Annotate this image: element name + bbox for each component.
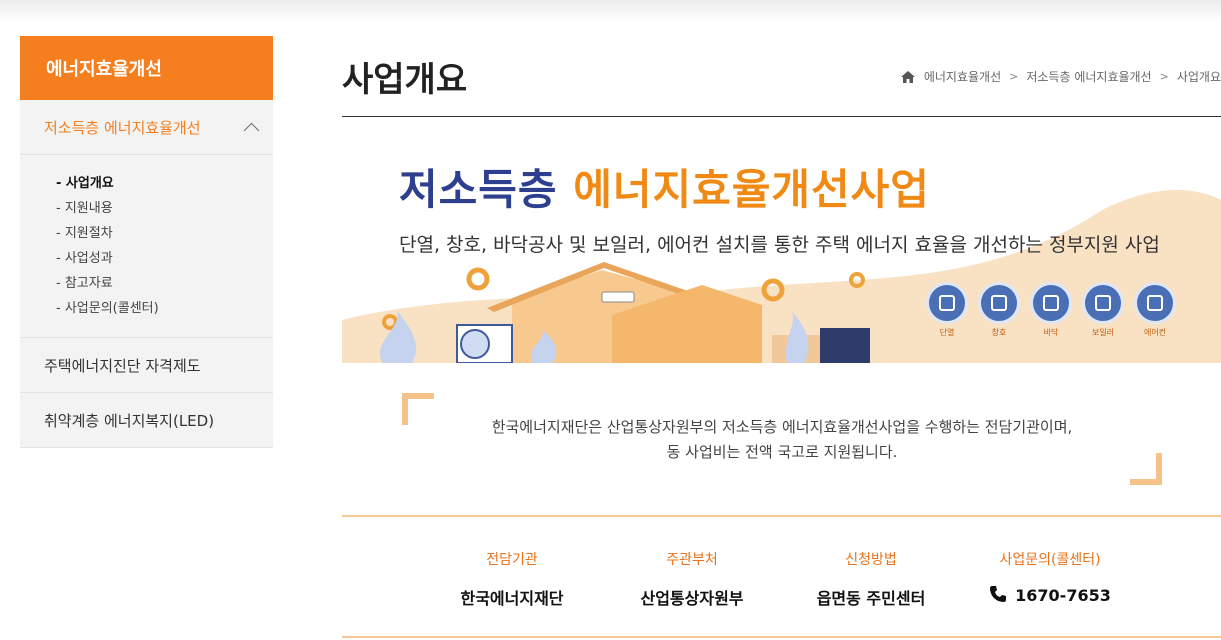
sidebar: 에너지효율개선 저소득층 에너지효율개선 - 사업개요 - 지원내용 - 지원절… [20,36,273,448]
intro-quote: 한국에너지재단은 산업통상자원부의 저소득층 에너지효율개선사업을 수행하는 전… [402,393,1162,485]
banner-title: 저소득층 에너지효율개선사업 [399,156,930,217]
breadcrumb-item[interactable]: 에너지효율개선 [924,68,1001,85]
icon-label: 단열 [939,328,955,337]
breadcrumb-separator-icon: > [1159,70,1169,83]
home-icon[interactable] [900,70,916,84]
quote-close-icon [1130,453,1162,485]
sidebar-item-low-income[interactable]: 저소득층 에너지효율개선 [20,100,273,155]
sidebar-heading: 에너지효율개선 [20,36,273,100]
sidebar-sublist: - 사업개요 - 지원내용 - 지원절차 - 사업성과 - 참고자료 - 사업문… [20,155,273,338]
breadcrumb-separator-icon: > [1009,70,1019,83]
sidebar-subitem-overview[interactable]: - 사업개요 [56,171,273,196]
info-agency: 전담기관 한국에너지재단 [422,517,602,609]
hero-banner: 저소득층 에너지효율개선사업 단열, 창호, 바닥공사 및 보일러, 에어컨 설… [342,140,1221,363]
floor-icon: 바닥 [1030,282,1072,338]
sidebar-subitem-contact[interactable]: - 사업문의(콜센터) [56,296,273,321]
sidebar-subitem-results[interactable]: - 사업성과 [56,246,273,271]
info-value: 한국에너지재단 [460,589,564,608]
top-shadow [0,0,1221,22]
phone-icon [990,586,1007,602]
breadcrumb-item[interactable]: 저소득층 에너지효율개선 [1026,68,1151,85]
info-value: 1670-7653 [960,585,1140,605]
info-label: 사업문의(콜센터) [999,552,1101,568]
banner-title-part1: 저소득층 [399,165,558,214]
sidebar-item-housing-diagnosis[interactable]: 주택에너지진단 자격제도 [20,338,273,393]
banner-subtitle: 단열, 창호, 바닥공사 및 보일러, 에어컨 설치를 통한 주택 에너지 효율… [399,234,1160,256]
info-label: 주관부처 [666,552,718,568]
icon-label: 바닥 [1043,328,1059,337]
banner-title-part2: 에너지효율개선사업 [573,165,930,214]
sidebar-subitem-support[interactable]: - 지원내용 [56,196,273,221]
sidebar-subitem-procedure[interactable]: - 지원절차 [56,221,273,246]
boiler-icon: 보일러 [1082,282,1124,338]
banner-icon-row: 단열 창호 바닥 보일러 에어컨 [926,282,1176,338]
info-summary: 전담기관 한국에너지재단 주관부처 산업통상자원부 신청방법 읍면동 주민센터 … [342,515,1221,638]
breadcrumb: 에너지효율개선 > 저소득층 에너지효율개선 > 사업개요 [900,68,1221,85]
intro-line: 한국에너지재단은 산업통상자원부의 저소득층 에너지효율개선사업을 수행하는 전… [491,418,1073,436]
aircon-icon: 에어컨 [1134,282,1176,338]
sidebar-item-label: 저소득층 에너지효율개선 [44,118,201,137]
insulation-icon: 단열 [926,282,968,338]
info-ministry: 주관부처 산업통상자원부 [602,517,782,609]
icon-label: 에어컨 [1143,328,1167,337]
info-value: 읍면동 주민센터 [816,589,926,608]
info-apply: 신청방법 읍면동 주민센터 [781,517,961,609]
sidebar-item-led-welfare[interactable]: 취약계층 에너지복지(LED) [20,393,273,448]
info-value: 산업통상자원부 [640,589,744,608]
info-label: 신청방법 [845,552,897,568]
callcenter-number[interactable]: 1670-7653 [1015,586,1111,605]
sidebar-subitem-references[interactable]: - 참고자료 [56,271,273,296]
info-label: 전담기관 [486,552,538,568]
intro-line: 동 사업비는 전액 국고로 지원됩니다. [666,443,898,461]
title-divider [342,116,1221,117]
icon-label: 보일러 [1091,328,1115,337]
icon-label: 창호 [991,328,1007,337]
info-callcenter: 사업문의(콜센터) 1670-7653 [960,517,1140,605]
intro-text: 한국에너지재단은 산업통상자원부의 저소득층 에너지효율개선사업을 수행하는 전… [402,415,1162,465]
breadcrumb-item[interactable]: 사업개요 [1177,68,1221,85]
chevron-up-icon[interactable] [243,122,260,138]
page-title: 사업개요 [342,60,468,100]
window-icon: 창호 [978,282,1020,338]
